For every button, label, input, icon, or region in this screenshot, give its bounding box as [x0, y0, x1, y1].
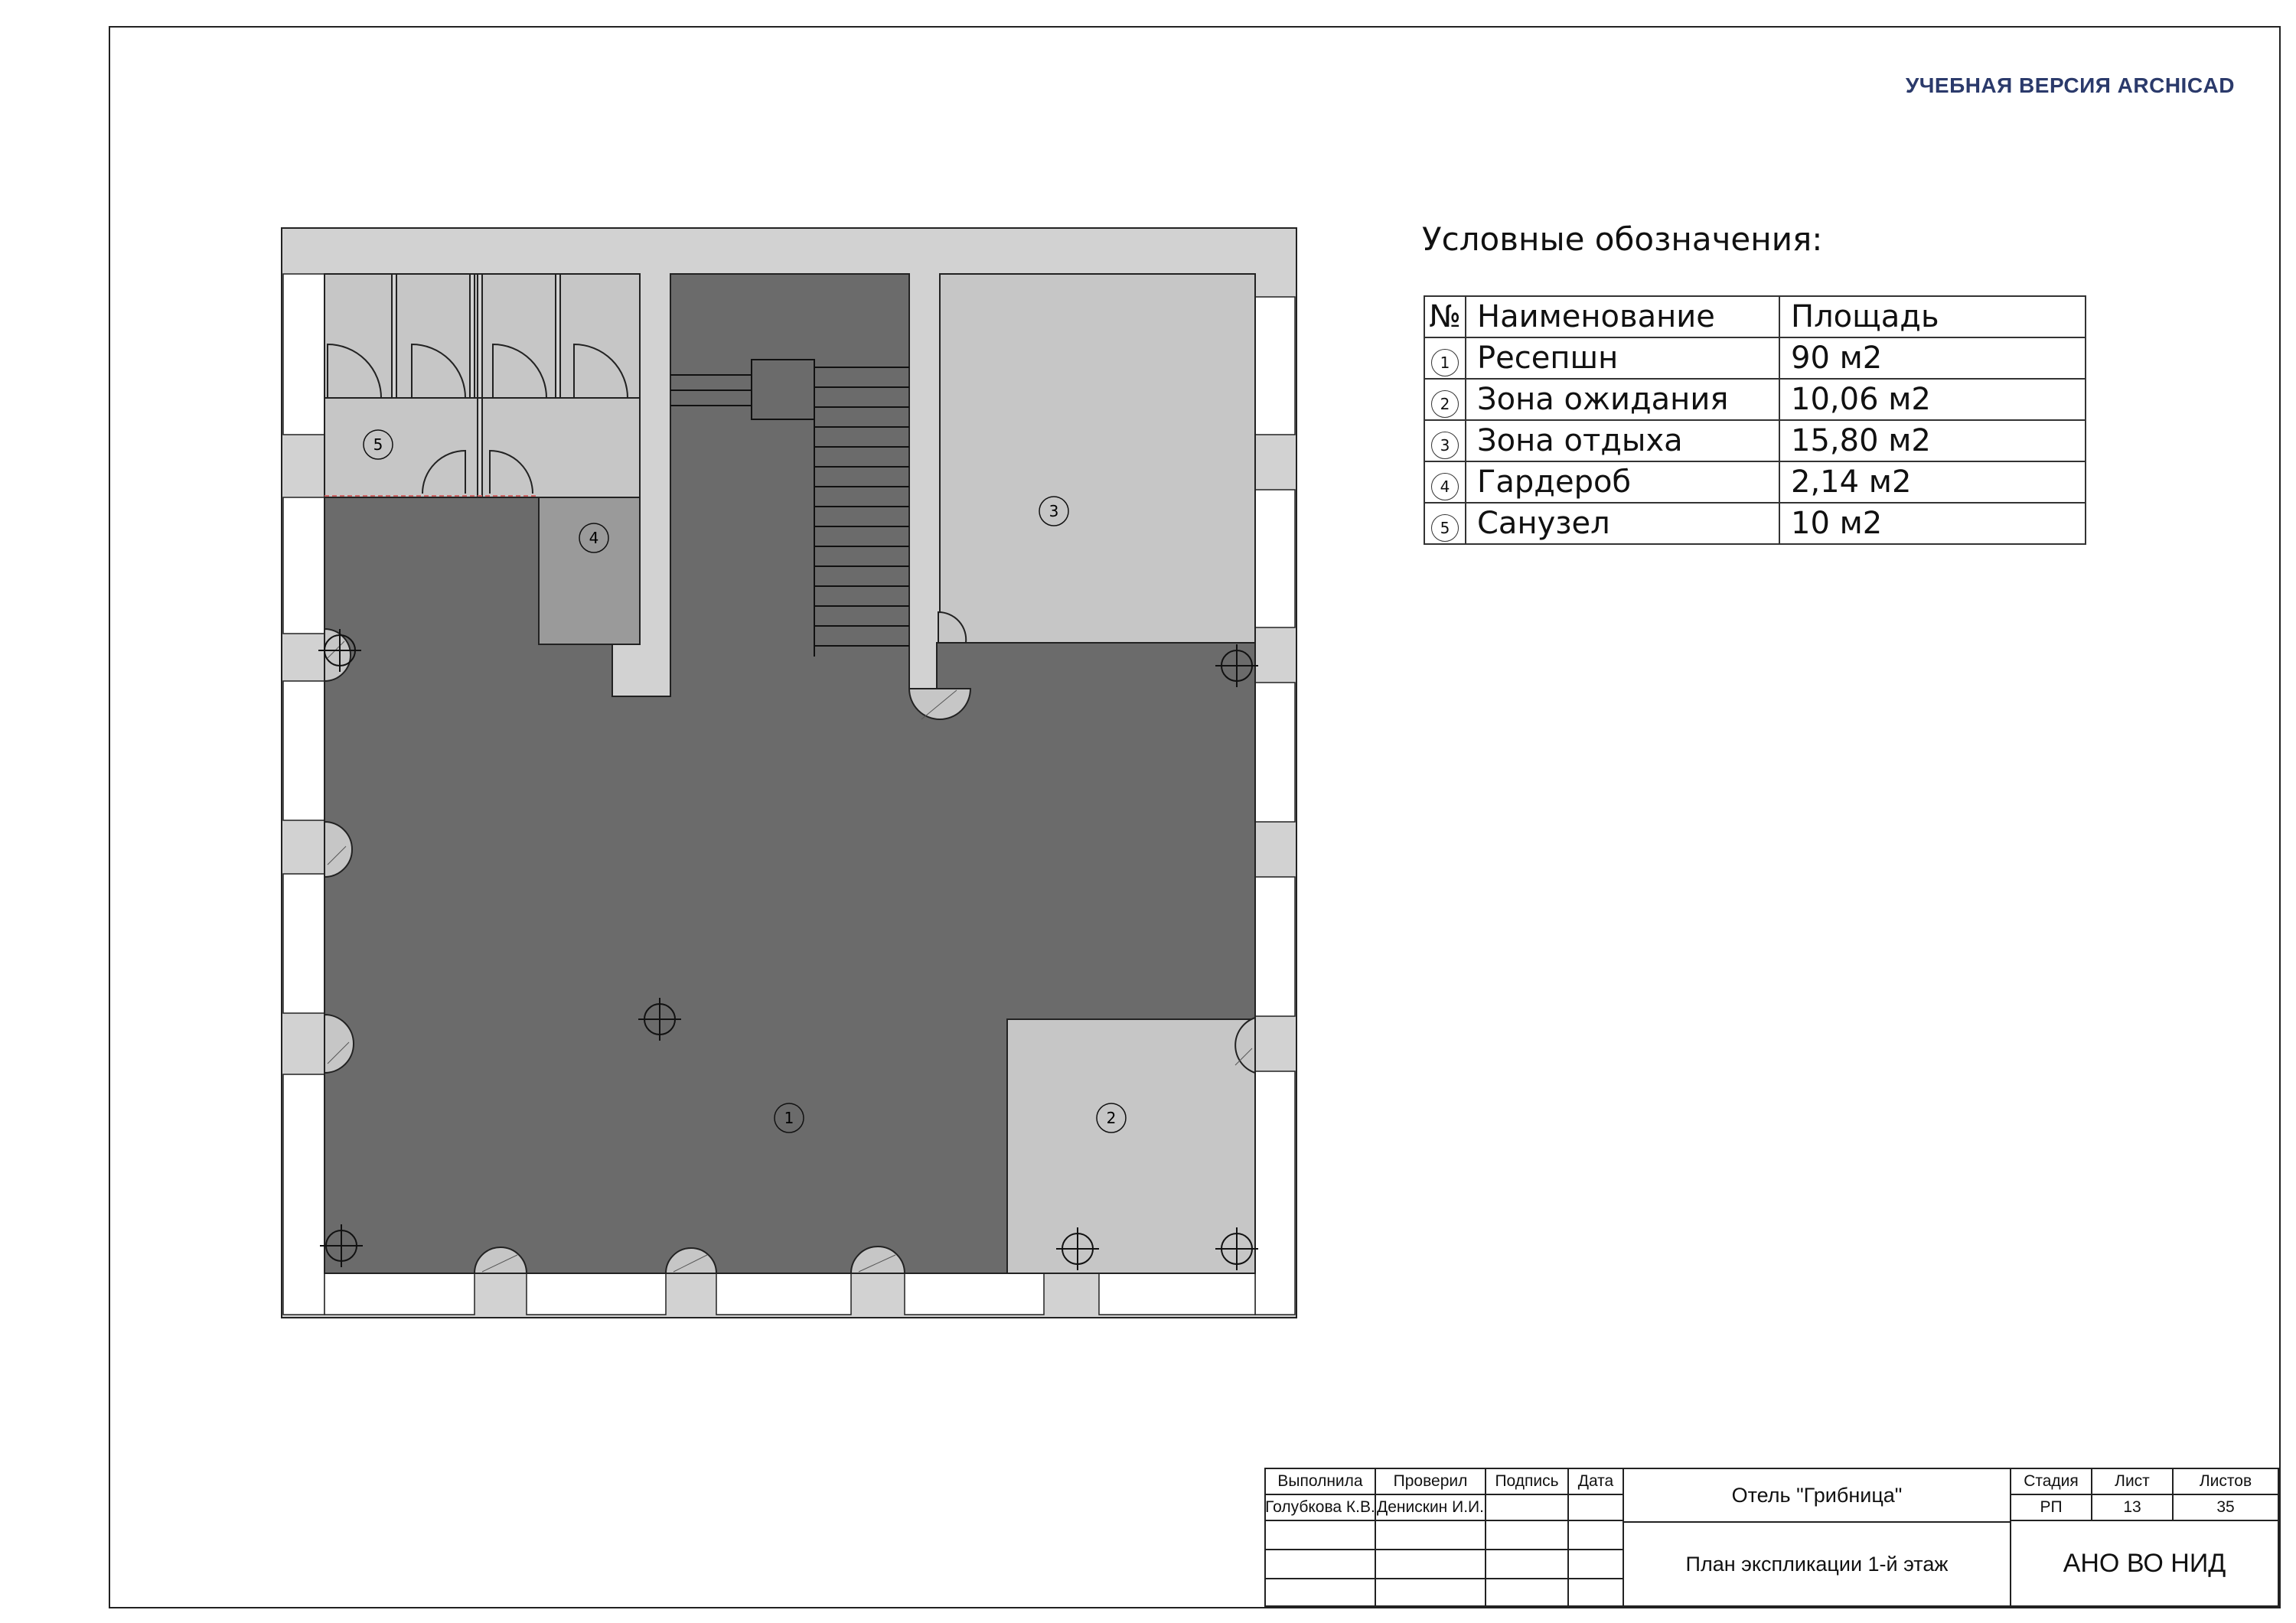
legend-row-area: 10 м2 — [1779, 502, 2086, 545]
legend-header-row: № Наименование Площадь — [1424, 295, 2086, 338]
legend-header-area: Площадь — [1779, 295, 2086, 338]
stamp-empty-cell — [1375, 1549, 1486, 1579]
stamp-empty-cell — [1375, 1578, 1486, 1607]
legend-row-name: Зона отдыха — [1465, 419, 1780, 462]
room-rest-zone — [939, 273, 1256, 644]
stamp-sheets-label: Листов — [2172, 1468, 2279, 1495]
legend-header-name: Наименование — [1465, 295, 1780, 338]
stamp-stage-label: Стадия — [2010, 1468, 2092, 1495]
stamp-sheet-label: Лист — [2091, 1468, 2174, 1495]
room-tag-4-label: 4 — [589, 529, 599, 547]
legend-row-num: 3 — [1431, 431, 1459, 459]
stamp-empty-cell — [1485, 1549, 1569, 1579]
stamp-project-name: Отель "Грибница" — [1623, 1468, 2011, 1523]
legend-row: 5 Санузел 10 м2 — [1424, 502, 2086, 545]
stamp-sheet-title: План экспликации 1-й этаж — [1623, 1521, 2011, 1607]
stamp-signature-cell — [1485, 1494, 1569, 1521]
legend-row-name: Ресепшн — [1465, 337, 1780, 380]
legend-row-area: 15,80 м2 — [1779, 419, 2086, 462]
stamp-organization: АНО ВО НИД — [2010, 1520, 2279, 1607]
stamp-executed-by: Голубкова К.В. — [1264, 1494, 1376, 1521]
legend-row: 2 Зона ожидания 10,06 м2 — [1424, 378, 2086, 421]
legend-row-area: 90 м2 — [1779, 337, 2086, 380]
stamp-header-date: Дата — [1567, 1468, 1624, 1495]
windows-left — [282, 273, 325, 1315]
stamp-header-signature: Подпись — [1485, 1468, 1569, 1495]
legend-title: Условные обозначения: — [1422, 220, 1823, 258]
stamp-header-checked: Проверил — [1375, 1468, 1486, 1495]
legend-row-num: 2 — [1431, 389, 1459, 418]
stamp-sheet-value: 13 — [2091, 1494, 2174, 1521]
stamp-empty-cell — [1567, 1520, 1624, 1550]
room-tag-5-label: 5 — [373, 435, 383, 454]
legend-row-name: Гардероб — [1465, 461, 1780, 504]
legend-row-num: 1 — [1431, 348, 1459, 376]
legend-header-num: № — [1424, 295, 1466, 338]
room-tag-3-label: 3 — [1049, 502, 1059, 520]
floor-plan: 1 2 3 4 5 — [281, 227, 1297, 1318]
room-waiting-zone — [1006, 1018, 1256, 1274]
stamp-sheets-value: 35 — [2172, 1494, 2279, 1521]
legend-row-area: 10,06 м2 — [1779, 378, 2086, 421]
stamp-date-cell — [1567, 1494, 1624, 1521]
legend-row-num: 4 — [1431, 472, 1459, 500]
title-block: Выполнила Проверил Подпись Дата Голубков… — [1264, 1468, 2279, 1607]
legend-row-num: 5 — [1431, 513, 1459, 542]
legend-row: 1 Ресепшн 90 м2 — [1424, 337, 2086, 380]
legend-row-name: Санузел — [1465, 502, 1780, 545]
stamp-checked-by: Денискин И.И. — [1375, 1494, 1486, 1521]
stamp-header-executed: Выполнила — [1264, 1468, 1376, 1495]
stamp-empty-cell — [1567, 1578, 1624, 1607]
stamp-empty-cell — [1375, 1520, 1486, 1550]
stamp-empty-cell — [1485, 1578, 1569, 1607]
legend-table: № Наименование Площадь 1 Ресепшн 90 м2 2… — [1424, 295, 2086, 545]
drawing-sheet: 1 2 3 4 5 — [109, 26, 2281, 1608]
legend-row: 3 Зона отдыха 15,80 м2 — [1424, 419, 2086, 462]
stamp-empty-cell — [1264, 1578, 1376, 1607]
legend-row-name: Зона ожидания — [1465, 378, 1780, 421]
windows-bottom — [324, 1273, 1256, 1315]
stamp-empty-cell — [1485, 1520, 1569, 1550]
stamp-stage-value: РП — [2010, 1494, 2092, 1521]
stamp-empty-cell — [1264, 1520, 1376, 1550]
room-wardrobe — [538, 497, 641, 645]
room-tag-1-label: 1 — [784, 1109, 794, 1127]
room-tag-2-label: 2 — [1107, 1109, 1117, 1127]
stamp-empty-cell — [1264, 1549, 1376, 1579]
watermark-text: УЧЕБНАЯ ВЕРСИЯ ARCHICAD — [1905, 73, 2235, 97]
stamp-empty-cell — [1567, 1549, 1624, 1579]
legend-row: 4 Гардероб 2,14 м2 — [1424, 461, 2086, 504]
legend-row-area: 2,14 м2 — [1779, 461, 2086, 504]
